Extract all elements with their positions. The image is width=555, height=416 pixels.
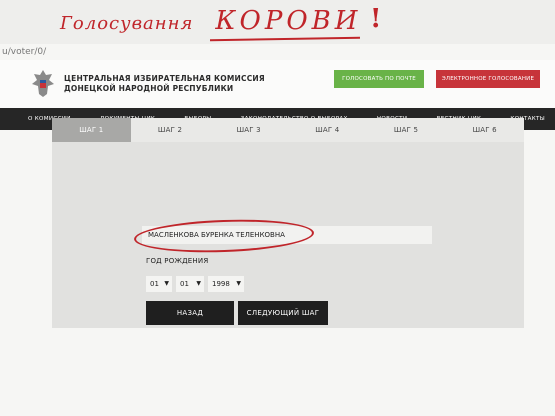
year-select-value: 1998 [212,280,230,288]
day-select-value: 01 [150,280,159,288]
org-title-line2: ДОНЕЦКОЙ НАРОДНОЙ РЕСПУБЛИКИ [64,84,234,93]
tab-step-5[interactable]: ШАГ 5 [367,118,446,142]
caption-underline [209,36,361,42]
url-bar[interactable]: u/voter/0/ [0,44,46,60]
caption-text: Голосування Корови [60,6,361,36]
org-title[interactable]: ЦЕНТРАЛЬНАЯ ИЗБИРАТЕЛЬНАЯ КОМИССИЯ ДОНЕЦ… [64,74,265,94]
caption-big: Корови [215,6,362,36]
chevron-down-icon: ▼ [164,280,169,287]
org-title-line1: ЦЕНТРАЛЬНАЯ ИЗБИРАТЕЛЬНАЯ КОМИССИЯ [64,74,265,83]
back-button[interactable]: НАЗАД [146,301,234,325]
caption-small: Голосування [60,13,194,34]
month-select[interactable]: 01 ▼ [176,276,204,292]
tab-step-3[interactable]: ШАГ 3 [209,118,288,142]
vote-by-mail-button[interactable]: ГОЛОСОВАТЬ ПО ПОЧТЕ [334,70,424,88]
electronic-voting-button[interactable]: ЭЛЕКТРОННОЕ ГОЛОСОВАНИЕ [436,70,540,88]
tab-step-6[interactable]: ШАГ 6 [445,118,524,142]
next-step-button[interactable]: СЛЕДУЮЩИЙ ШАГ [238,301,328,325]
chevron-down-icon: ▼ [196,280,201,287]
birth-year-label: ГОД РОЖДЕНИЯ [146,257,209,265]
month-select-value: 01 [180,280,189,288]
day-select[interactable]: 01 ▼ [146,276,172,292]
tab-step-1[interactable]: ШАГ 1 [52,118,131,142]
voting-wizard: ШАГ 1 ШАГ 2 ШАГ 3 ШАГ 4 ШАГ 5 ШАГ 6 МАСЛ… [52,118,524,328]
tab-step-2[interactable]: ШАГ 2 [131,118,210,142]
wizard-tabs: ШАГ 1 ШАГ 2 ШАГ 3 ШАГ 4 ШАГ 5 ШАГ 6 [52,118,524,142]
eagle-emblem-icon[interactable] [30,68,56,98]
chevron-down-icon: ▼ [236,280,241,287]
full-name-field[interactable]: МАСЛЕНКОВА БУРЕНКА ТЕЛЕНКОВНА [142,226,432,244]
caption-exclaim: ! [370,4,382,34]
site-header: ЦЕНТРАЛЬНАЯ ИЗБИРАТЕЛЬНАЯ КОМИССИЯ ДОНЕЦ… [0,60,555,108]
year-select[interactable]: 1998 ▼ [208,276,244,292]
handwritten-caption: Голосування Корови ! [0,0,555,48]
tab-step-4[interactable]: ШАГ 4 [288,118,367,142]
